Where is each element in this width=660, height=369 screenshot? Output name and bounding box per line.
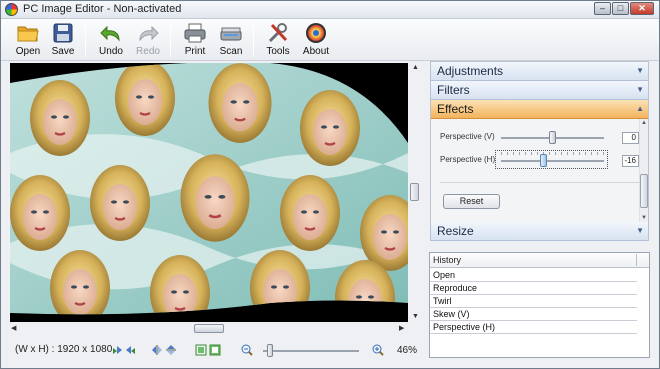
perspective-h-track[interactable] [501, 160, 604, 162]
app-logo-icon [5, 3, 18, 16]
history-item[interactable]: Reproduce [430, 282, 637, 295]
effects-settings: Perspective (V) 0 Perspective (H) -16 Re… [431, 119, 648, 224]
history-header: History [430, 253, 649, 268]
scan-button[interactable]: Scan [212, 22, 250, 60]
effects-divider [440, 182, 640, 183]
zoom-slider-track[interactable] [263, 350, 359, 352]
main-toolbar: Open Save Undo Redo Print Scan Tools Abo… [1, 19, 659, 61]
status-bar: (W x H) : 1920 x 1080 46% [1, 337, 426, 365]
scroll-left-arrow-icon[interactable]: ◀ [11, 324, 16, 332]
reset-button[interactable]: Reset [443, 194, 500, 209]
scan-label: Scan [219, 46, 243, 57]
redo-arrow-icon [139, 25, 159, 42]
section-adjustments-label: Adjustments [437, 64, 504, 78]
section-effects[interactable]: Effects ▲ [431, 100, 648, 119]
save-button[interactable]: Save [44, 22, 82, 60]
perspective-h-slider-thumb[interactable] [540, 154, 548, 167]
open-button[interactable]: Open [9, 22, 47, 60]
image-canvas[interactable] [10, 63, 408, 322]
title-bar: PC Image Editor - Non-activated – □ ✕ [1, 1, 659, 19]
history-item[interactable]: Skew (V) [430, 308, 637, 321]
undo-label: Undo [99, 46, 123, 57]
canvas-horizontal-scrollbar[interactable]: ◀ ▶ [10, 323, 408, 334]
tools-accordion-panel: Adjustments ▼ Filters ▼ Effects ▲ Perspe… [430, 61, 649, 241]
toolbar-separator [170, 23, 171, 57]
about-label: About [302, 46, 330, 57]
scroll-right-arrow-icon[interactable]: ▶ [399, 324, 404, 332]
section-effects-label: Effects [437, 102, 474, 116]
section-filters[interactable]: Filters ▼ [431, 81, 648, 100]
open-label: Open [15, 46, 41, 57]
section-filters-label: Filters [437, 83, 470, 97]
folder-icon [17, 26, 39, 42]
rotate-left-icon[interactable] [111, 344, 123, 356]
printer-icon [184, 23, 206, 43]
redo-button[interactable]: Redo [129, 22, 167, 60]
history-list: History Open Reproduce Twirl Skew (V) Pe… [429, 252, 650, 358]
undo-arrow-icon [100, 25, 120, 42]
scroll-down-arrow-icon[interactable]: ▼ [641, 215, 647, 221]
perspective-v-label: Perspective (V) [440, 132, 495, 141]
scroll-down-arrow-icon[interactable]: ▼ [412, 313, 419, 320]
close-button[interactable]: ✕ [630, 2, 654, 15]
minimize-button[interactable]: – [594, 2, 611, 15]
app-window: PC Image Editor - Non-activated – □ ✕ Op… [0, 0, 660, 369]
edited-photo [10, 63, 408, 315]
toolbar-separator [85, 23, 86, 57]
section-adjustments[interactable]: Adjustments ▼ [431, 62, 648, 81]
image-dimensions: (W x H) : 1920 x 1080 [15, 344, 113, 355]
tools-label: Tools [266, 46, 290, 57]
floppy-disk-icon [53, 23, 73, 43]
print-label: Print [184, 46, 206, 57]
chevron-down-icon: ▼ [636, 226, 644, 235]
chevron-down-icon: ▼ [636, 85, 644, 94]
zoom-in-icon[interactable] [372, 344, 384, 356]
flip-horizontal-icon[interactable] [151, 344, 163, 356]
horizontal-scroll-thumb[interactable] [194, 324, 224, 333]
perspective-v-value[interactable]: 0 [622, 132, 639, 144]
about-button[interactable]: About [297, 22, 335, 60]
scroll-up-arrow-icon[interactable]: ▲ [412, 64, 419, 71]
toolbar-separator [253, 23, 254, 57]
section-resize[interactable]: Resize ▼ [431, 222, 648, 241]
column-separator [636, 254, 637, 266]
section-resize-label: Resize [437, 224, 474, 238]
scroll-up-arrow-icon[interactable]: ▲ [641, 120, 647, 126]
chevron-up-icon: ▲ [636, 104, 644, 113]
history-item[interactable]: Twirl [430, 295, 637, 308]
zoom-percentage: 46% [397, 345, 418, 356]
save-label: Save [51, 46, 75, 57]
about-palette-icon [306, 23, 326, 43]
effects-scrollbar[interactable]: ▲ ▼ [639, 119, 648, 224]
chevron-down-icon: ▼ [636, 66, 644, 75]
maximize-button[interactable]: □ [612, 2, 629, 15]
flip-vertical-icon[interactable] [165, 344, 177, 356]
actual-size-icon[interactable] [209, 344, 221, 356]
undo-button[interactable]: Undo [92, 22, 130, 60]
perspective-h-label: Perspective (H) [440, 155, 496, 164]
rotate-right-icon[interactable] [125, 344, 137, 356]
zoom-out-icon[interactable] [241, 344, 253, 356]
history-item[interactable]: Open [430, 269, 637, 282]
vertical-scroll-thumb[interactable] [410, 183, 419, 201]
effects-scroll-thumb[interactable] [640, 174, 648, 208]
perspective-h-value[interactable]: -16 [622, 155, 639, 167]
tools-icon [268, 23, 288, 43]
redo-label: Redo [136, 46, 160, 57]
window-title: PC Image Editor - Non-activated [23, 3, 182, 15]
window-controls: – □ ✕ [594, 2, 654, 15]
history-item[interactable]: Perspective (H) [430, 321, 637, 334]
tools-button[interactable]: Tools [259, 22, 297, 60]
canvas-vertical-scrollbar[interactable]: ▲ ▼ [409, 63, 421, 322]
print-button[interactable]: Print [176, 22, 214, 60]
perspective-h-ticks [501, 152, 604, 155]
perspective-v-slider-thumb[interactable] [548, 131, 556, 144]
scanner-icon [220, 27, 242, 41]
zoom-slider-thumb[interactable] [266, 344, 273, 357]
fit-to-window-icon[interactable] [195, 344, 207, 356]
history-header-label: History [433, 255, 462, 265]
